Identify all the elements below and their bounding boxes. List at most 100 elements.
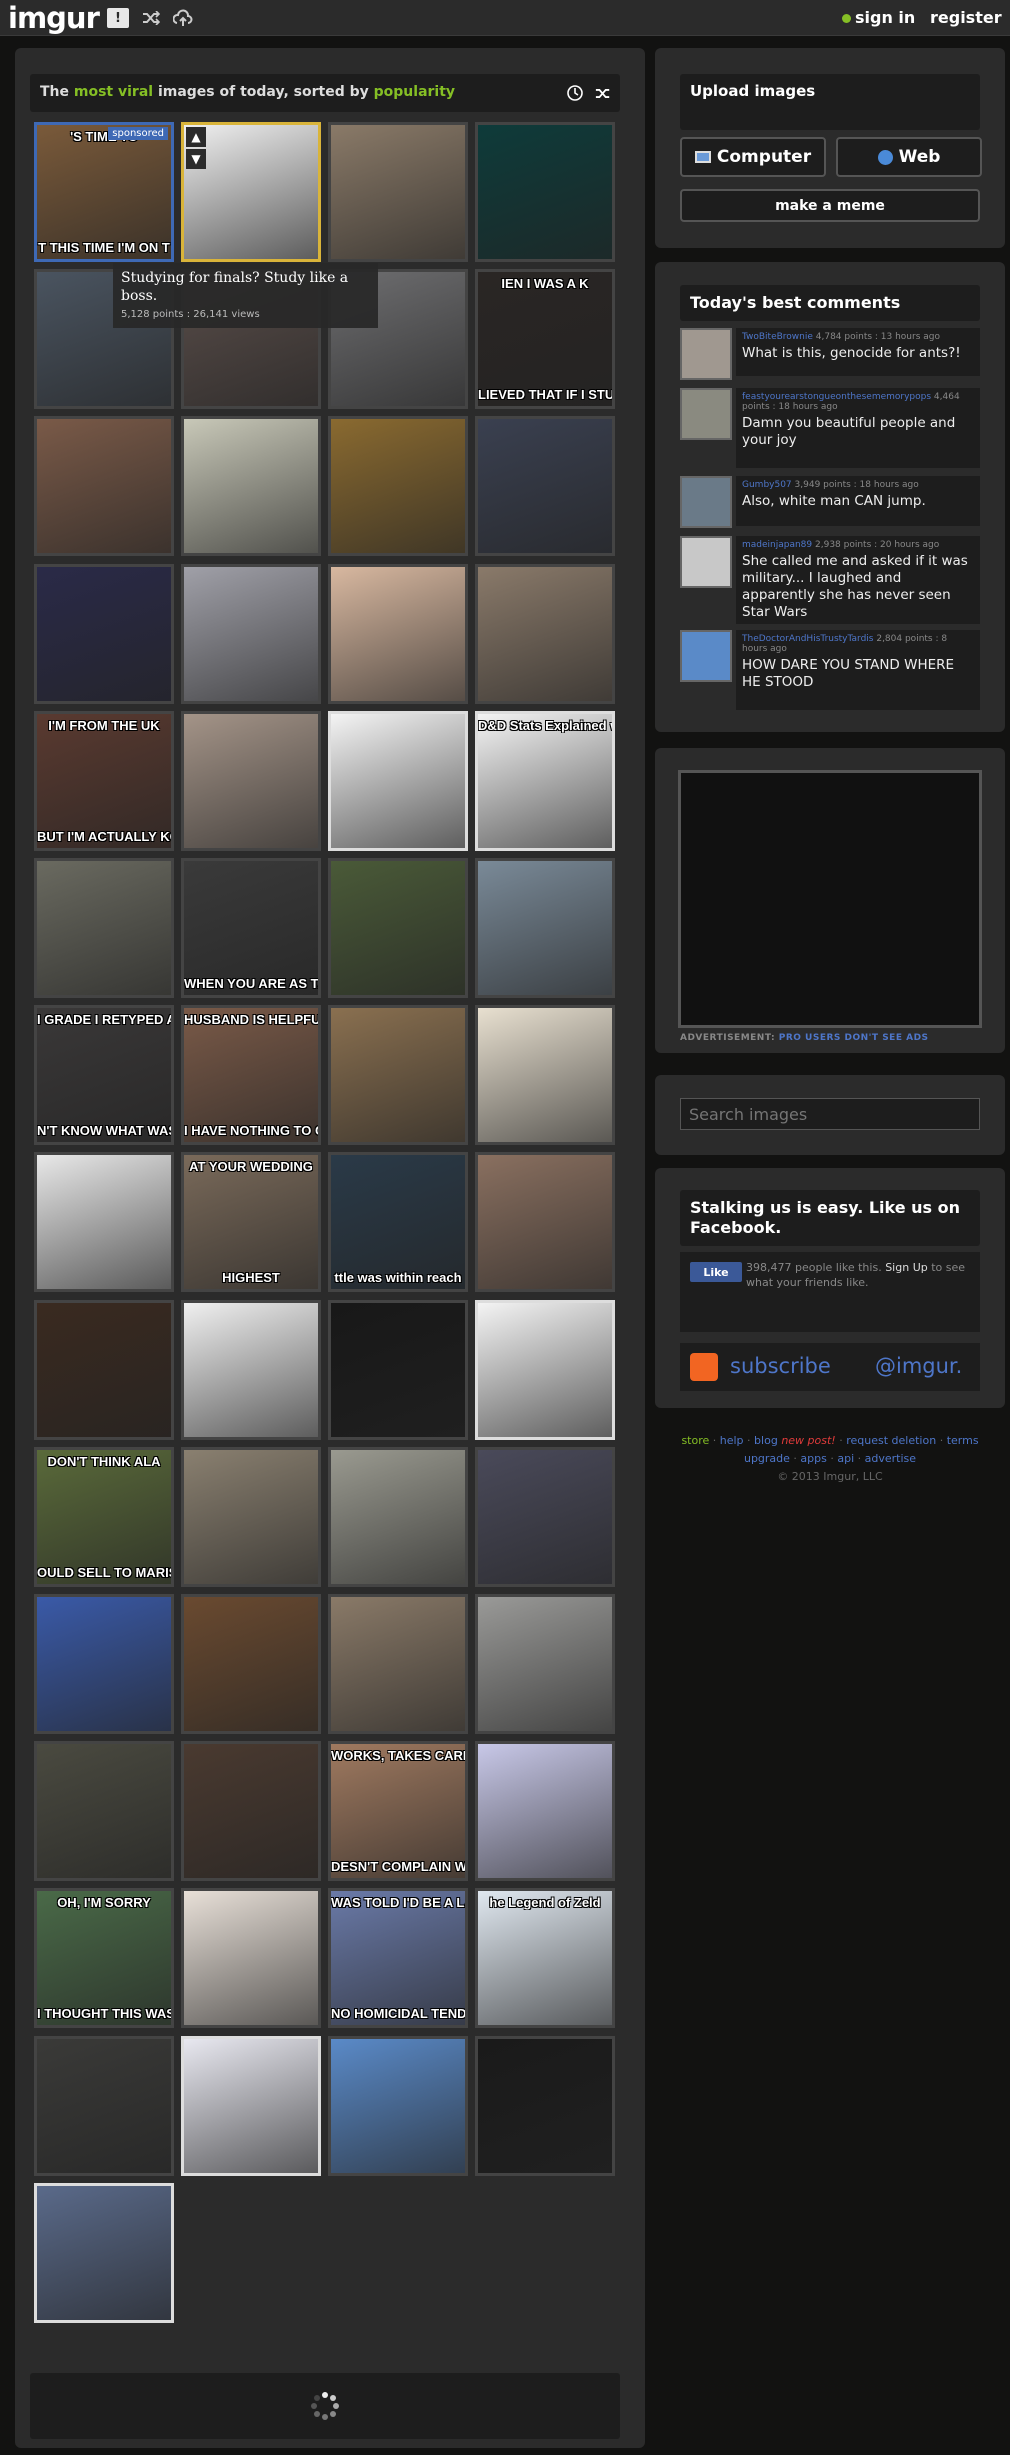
gallery-image-tile[interactable]: he Legend of Zeld — [475, 1888, 615, 2028]
comment-thumbnail[interactable] — [680, 328, 732, 380]
gallery-image-tile[interactable]: WAS TOLD I'D BE A LADY NO HOMICIDAL TENDE… — [328, 1888, 468, 2028]
gallery-image-tile[interactable] — [328, 564, 468, 704]
gallery-image-tile[interactable] — [328, 2036, 468, 2176]
gallery-image-tile[interactable] — [181, 711, 321, 851]
comment-item[interactable]: Gumby507 3,949 points : 18 hours ago Als… — [680, 476, 980, 528]
upload-icon[interactable] — [172, 8, 194, 28]
gallery-image-tile[interactable] — [181, 416, 321, 556]
gallery-image-tile[interactable]: ▲ ▼ — [181, 122, 321, 262]
new-post-badge[interactable]: new post! — [781, 1434, 835, 1447]
gallery-image-tile[interactable]: IEN I WAS A K LIEVED THAT IF I STUDIED HA… — [475, 269, 615, 409]
fb-signup-link[interactable]: Sign Up — [885, 1261, 928, 1274]
gallery-image-tile[interactable] — [181, 1888, 321, 2028]
gallery-image-tile[interactable] — [181, 2036, 321, 2176]
gallery-image-tile[interactable] — [34, 1741, 174, 1881]
gallery-image-tile[interactable] — [181, 1741, 321, 1881]
make-meme-button[interactable]: make a meme — [680, 189, 980, 222]
gallery-image-tile[interactable] — [475, 122, 615, 262]
comment-item[interactable]: madeinjapan89 2,938 points : 20 hours ag… — [680, 536, 980, 624]
gallery-image-tile[interactable] — [181, 1300, 321, 1440]
gallery-image-tile[interactable] — [475, 1300, 615, 1440]
gallery-image-tile[interactable] — [475, 1594, 615, 1734]
twitter-link[interactable]: @imgur. — [875, 1354, 962, 1378]
most-viral-link[interactable]: most viral — [74, 84, 153, 100]
gallery-image-tile[interactable]: AT YOUR WEDDING HIGHEST — [181, 1152, 321, 1292]
sign-in-link[interactable]: sign in — [842, 8, 915, 27]
gallery-image-tile[interactable] — [475, 858, 615, 998]
comment-username[interactable]: Gumby507 — [742, 480, 792, 490]
comment-username[interactable]: madeinjapan89 — [742, 540, 812, 550]
imgur-logo[interactable]: imgur — [8, 1, 100, 35]
gallery-image-tile[interactable] — [475, 1152, 615, 1292]
search-input[interactable] — [680, 1098, 980, 1130]
image-hover-popup[interactable]: Studying for finals? Study like a boss. … — [113, 263, 378, 328]
gallery-image-tile[interactable] — [181, 1594, 321, 1734]
gallery-image-tile[interactable]: ttle was within reach — [328, 1152, 468, 1292]
blog-link[interactable]: blog — [754, 1434, 778, 1447]
gallery-image-tile[interactable] — [328, 1594, 468, 1734]
gallery-image-tile[interactable] — [328, 1005, 468, 1145]
request-deletion-link[interactable]: request deletion — [846, 1434, 936, 1447]
gallery-image-tile[interactable] — [475, 2036, 615, 2176]
gallery-image-tile[interactable]: I GRADE I RETYPED AN ENTIRE PAPER N'T KNO… — [34, 1005, 174, 1145]
upvote-icon[interactable]: ▲ — [186, 127, 206, 147]
comment-thumbnail[interactable] — [680, 630, 732, 682]
terms-link[interactable]: terms — [947, 1434, 979, 1447]
gallery-image-tile[interactable] — [328, 122, 468, 262]
comment-thumbnail[interactable] — [680, 476, 732, 528]
gallery-image-tile[interactable]: WORKS, TAKES CARE OF PARENTS DESN'T COMPL… — [328, 1741, 468, 1881]
comment-username[interactable]: feastyourearstongueonthesememorypops — [742, 392, 931, 402]
rss-icon[interactable] — [690, 1353, 718, 1381]
comment-item[interactable]: TheDoctorAndHisTrustyTardis 2,804 points… — [680, 630, 980, 710]
downvote-icon[interactable]: ▼ — [186, 149, 206, 169]
random-shuffle-icon[interactable] — [140, 8, 162, 28]
comment-thumbnail[interactable] — [680, 388, 732, 440]
gallery-image-tile[interactable] — [34, 2036, 174, 2176]
subscribe-link[interactable]: subscribe — [730, 1354, 831, 1378]
gallery-image-tile[interactable] — [475, 564, 615, 704]
gallery-image-tile[interactable] — [34, 416, 174, 556]
pro-users-link[interactable]: PRO USERS DON'T SEE ADS — [779, 1033, 929, 1043]
apps-link[interactable]: apps — [800, 1452, 826, 1465]
gallery-image-tile[interactable] — [34, 858, 174, 998]
comment-username[interactable]: TheDoctorAndHisTrustyTardis — [742, 634, 873, 644]
gallery-image-tile[interactable]: 'S TIME TO T THIS TIME I'M ON Tsponsored — [34, 122, 174, 262]
advertisement-box[interactable] — [678, 770, 982, 1028]
info-icon[interactable] — [562, 81, 588, 105]
upload-web-button[interactable]: Web — [836, 137, 982, 177]
upgrade-link[interactable]: upgrade — [744, 1452, 790, 1465]
register-link[interactable]: register — [930, 8, 1002, 27]
comment-username[interactable]: TwoBiteBrownie — [742, 332, 813, 342]
gallery-image-tile[interactable] — [328, 858, 468, 998]
shuffle-icon[interactable] — [590, 81, 616, 105]
advertise-link[interactable]: advertise — [865, 1452, 916, 1465]
comment-item[interactable]: TwoBiteBrownie 4,784 points : 13 hours a… — [680, 328, 980, 380]
gallery-image-tile[interactable] — [328, 416, 468, 556]
help-link[interactable]: help — [720, 1434, 744, 1447]
gallery-image-tile[interactable] — [328, 711, 468, 851]
gallery-image-tile[interactable]: D&D Stats Explained with Tomatoes — [475, 711, 615, 851]
gallery-image-tile[interactable] — [475, 1005, 615, 1145]
gallery-image-tile[interactable] — [181, 1447, 321, 1587]
gallery-image-tile[interactable]: DON'T THINK ALA OULD SELL TO MARIS — [34, 1447, 174, 1587]
gallery-image-tile[interactable] — [475, 416, 615, 556]
gallery-image-tile[interactable] — [34, 1300, 174, 1440]
gallery-image-tile[interactable]: WHEN YOU ARE AS TALL AS — [181, 858, 321, 998]
gallery-image-tile[interactable] — [475, 1447, 615, 1587]
comment-item[interactable]: feastyourearstongueonthesememorypops 4,4… — [680, 388, 980, 468]
gallery-image-tile[interactable] — [475, 1741, 615, 1881]
gallery-image-tile[interactable] — [328, 1300, 468, 1440]
gallery-icon[interactable]: ! — [107, 8, 129, 28]
gallery-image-tile[interactable]: HUSBAND IS HELPFUL AROUN I HAVE NOTHING T… — [181, 1005, 321, 1145]
gallery-image-tile[interactable] — [34, 564, 174, 704]
gallery-image-tile[interactable]: I'M FROM THE UK BUT I'M ACTUALLY KOREAN — [34, 711, 174, 851]
gallery-image-tile[interactable] — [34, 2183, 174, 2323]
gallery-image-tile[interactable] — [328, 1447, 468, 1587]
api-link[interactable]: api — [837, 1452, 854, 1465]
sort-popularity-link[interactable]: popularity — [374, 84, 455, 100]
gallery-image-tile[interactable]: OH, I'M SORRY I THOUGHT THIS WAS ALGEBRA — [34, 1888, 174, 2028]
gallery-image-tile[interactable] — [34, 1594, 174, 1734]
store-link[interactable]: store — [681, 1434, 709, 1447]
facebook-like-button[interactable]: Like — [690, 1262, 742, 1282]
comment-thumbnail[interactable] — [680, 536, 732, 588]
